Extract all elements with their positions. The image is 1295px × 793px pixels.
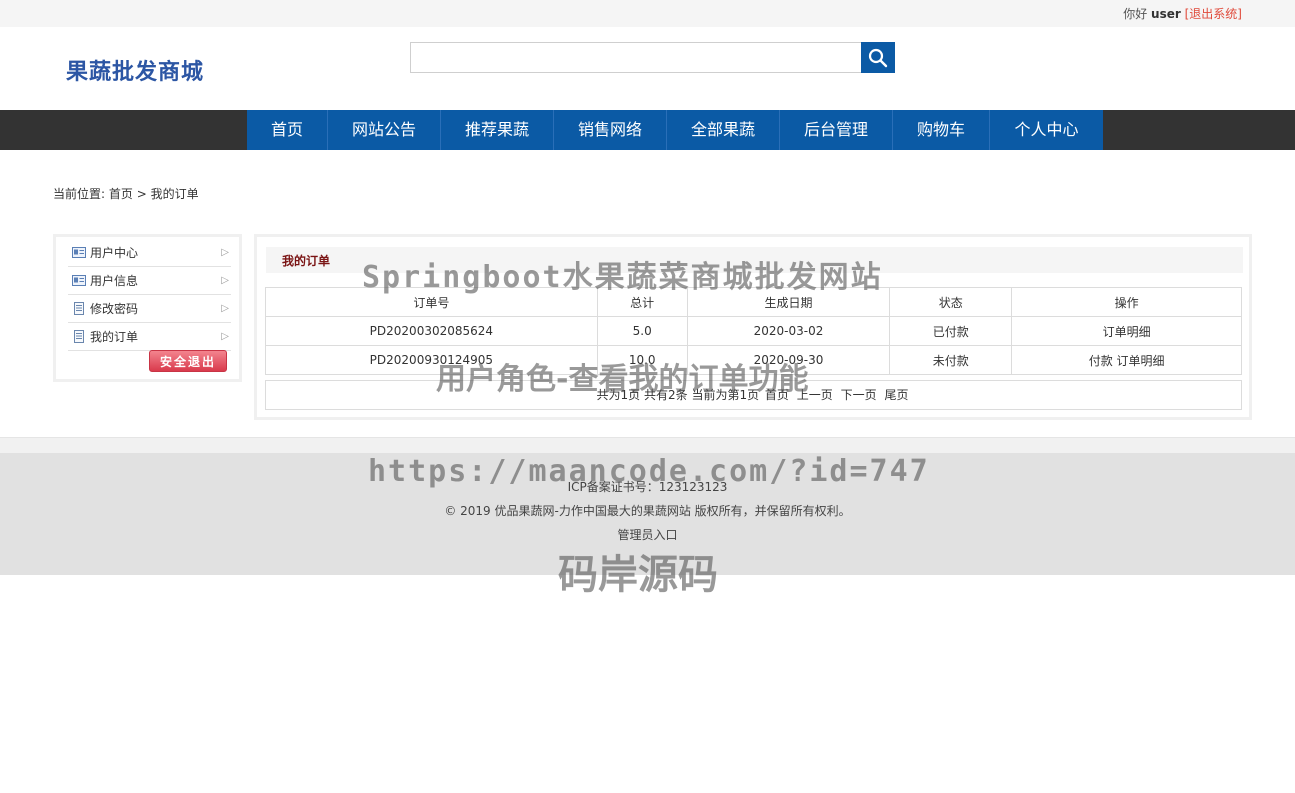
chevron-right-icon: ▷ <box>221 247 229 258</box>
order-date-cell: 2020-09-30 <box>686 345 891 375</box>
sidebar-item-change-password[interactable]: 修改密码 ▷ <box>68 295 231 323</box>
pager-total-pages: 共为1页 <box>596 388 641 402</box>
username: user <box>1151 7 1181 21</box>
breadcrumb-separator: > <box>136 187 147 201</box>
document-icon <box>74 302 84 315</box>
user-sidebar: 用户中心 ▷ 用户信息 ▷ 修改密码 ▷ 我的订单 ▷ 安全退出 <box>53 234 242 382</box>
order-total-cell: 5.0 <box>596 316 688 346</box>
sidebar-item-user-info[interactable]: 用户信息 ▷ <box>68 267 231 295</box>
pagination: 共为1页 共有2条 当前为第1页 首页 上一页 下一页 尾页 <box>265 380 1242 410</box>
nav-item-recommended[interactable]: 推荐果蔬 <box>441 110 554 150</box>
pay-link[interactable]: 付款 <box>1089 354 1113 368</box>
chevron-right-icon: ▷ <box>221 331 229 342</box>
order-id-cell: PD20200302085624 <box>265 316 598 346</box>
column-header-status: 状态 <box>889 287 1013 317</box>
column-header-date: 生成日期 <box>686 287 891 317</box>
column-header-order-id: 订单号 <box>265 287 598 317</box>
search-input[interactable] <box>410 42 862 73</box>
pager-prev-link[interactable]: 上一页 <box>797 388 833 402</box>
sidebar-item-user-center[interactable]: 用户中心 ▷ <box>68 239 231 267</box>
pager-last-link[interactable]: 尾页 <box>884 388 908 402</box>
column-header-total: 总计 <box>596 287 688 317</box>
sidebar-item-label: 修改密码 <box>90 302 139 316</box>
logout-link[interactable]: [退出系统] <box>1185 7 1242 21</box>
order-status-cell: 已付款 <box>889 316 1013 346</box>
orders-table: 订单号 总计 生成日期 状态 操作 PD20200302085624 5.0 2… <box>265 287 1242 375</box>
footer-icp: ICP备案证书号：123123123 <box>567 480 728 494</box>
order-actions-cell: 付款 订单明细 <box>1011 345 1242 375</box>
chevron-right-icon: ▷ <box>221 303 229 314</box>
id-card-icon <box>72 275 86 286</box>
nav-menu: 首页 网站公告 推荐果蔬 销售网络 全部果蔬 后台管理 购物车 个人中心 <box>247 110 1103 150</box>
sidebar-item-label: 用户中心 <box>90 246 139 260</box>
footer-divider <box>0 437 1295 453</box>
nav-item-profile[interactable]: 个人中心 <box>990 110 1103 150</box>
nav-item-announcements[interactable]: 网站公告 <box>328 110 441 150</box>
panel-title: 我的订单 <box>282 254 331 268</box>
chevron-right-icon: ▷ <box>221 275 229 286</box>
sidebar-item-my-orders[interactable]: 我的订单 ▷ <box>68 323 231 351</box>
order-date-cell: 2020-03-02 <box>686 316 891 346</box>
search-icon <box>868 48 888 67</box>
pager-first-link[interactable]: 首页 <box>765 388 789 402</box>
pager-next-link[interactable]: 下一页 <box>841 388 877 402</box>
table-row: PD20200930124905 10.0 2020-09-30 未付款 付款 … <box>265 345 1242 375</box>
main-navbar: 首页 网站公告 推荐果蔬 销售网络 全部果蔬 后台管理 购物车 个人中心 <box>0 110 1295 150</box>
footer-copyright: © 2019 优品果蔬网-力作中国最大的果蔬网站 版权所有，并保留所有权利。 <box>444 504 851 518</box>
breadcrumb-current: 我的订单 <box>150 187 199 201</box>
column-header-actions: 操作 <box>1011 287 1242 317</box>
nav-item-sales-network[interactable]: 销售网络 <box>554 110 667 150</box>
site-footer: ICP备案证书号：123123123 © 2019 优品果蔬网-力作中国最大的果… <box>0 453 1295 575</box>
greeting-text: 你好 <box>1123 7 1148 21</box>
order-detail-link[interactable]: 订单明细 <box>1103 325 1151 339</box>
admin-entry-link[interactable]: 管理员入口 <box>617 528 677 542</box>
orders-panel: 我的订单 订单号 总计 生成日期 状态 操作 PD20200302085624 … <box>254 234 1252 420</box>
order-actions-cell: 订单明细 <box>1011 316 1242 346</box>
id-card-icon <box>72 247 86 258</box>
table-row: PD20200302085624 5.0 2020-03-02 已付款 订单明细 <box>265 316 1242 346</box>
nav-item-admin[interactable]: 后台管理 <box>780 110 893 150</box>
document-icon <box>74 330 84 343</box>
order-status-cell: 未付款 <box>889 345 1013 375</box>
breadcrumb: 当前位置: 首页 > 我的订单 <box>53 185 199 202</box>
site-logo[interactable]: 果蔬批发商城 <box>66 54 204 86</box>
order-detail-link[interactable]: 订单明细 <box>1117 354 1165 368</box>
pager-total-items: 共有2条 <box>643 388 688 402</box>
search-button[interactable] <box>861 42 895 73</box>
sidebar-item-label: 我的订单 <box>90 330 139 344</box>
panel-header: 我的订单 <box>266 247 1243 273</box>
nav-item-home[interactable]: 首页 <box>247 110 328 150</box>
nav-item-all-products[interactable]: 全部果蔬 <box>667 110 780 150</box>
safe-exit-button[interactable]: 安全退出 <box>149 350 227 372</box>
user-greeting: 你好 user [退出系统] <box>1123 5 1242 22</box>
breadcrumb-prefix: 当前位置: <box>53 187 106 201</box>
sidebar-item-label: 用户信息 <box>90 274 139 288</box>
order-id-cell: PD20200930124905 <box>265 345 598 375</box>
nav-item-cart[interactable]: 购物车 <box>893 110 990 150</box>
pager-current-page: 当前为第1页 <box>691 388 760 402</box>
order-total-cell: 10.0 <box>596 345 688 375</box>
top-bar: 你好 user [退出系统] <box>0 0 1295 27</box>
table-header-row: 订单号 总计 生成日期 状态 操作 <box>265 287 1242 317</box>
breadcrumb-home-link[interactable]: 首页 <box>109 187 133 201</box>
